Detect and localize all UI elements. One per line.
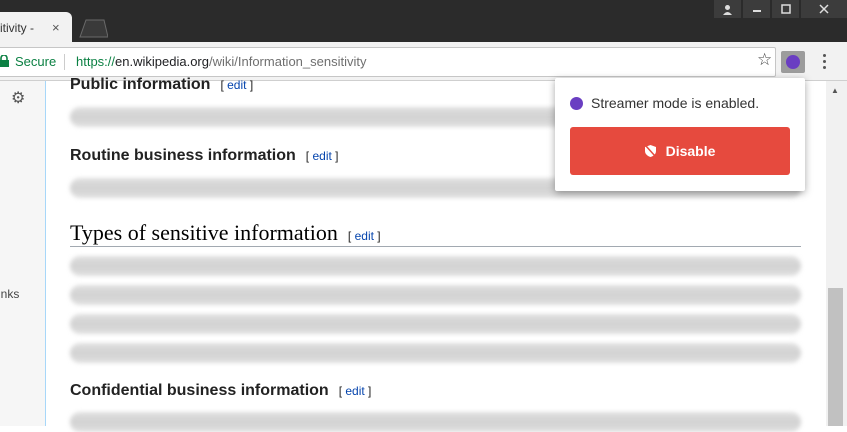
blurred-text-line bbox=[70, 285, 801, 305]
address-bar[interactable]: Secure https://en.wikipedia.org/wiki/Inf… bbox=[0, 47, 776, 77]
scroll-up-arrow-icon[interactable]: ▲ bbox=[831, 86, 839, 95]
streamer-extension-button[interactable] bbox=[781, 51, 805, 73]
minimize-button[interactable] bbox=[743, 0, 770, 18]
streamer-mode-popup: Streamer mode is enabled. Disable bbox=[555, 78, 805, 191]
shield-off-icon bbox=[644, 145, 656, 157]
section-title: Confidential business information bbox=[70, 382, 329, 399]
section-title: Types of sensitive information bbox=[70, 220, 338, 245]
edit-link[interactable]: edit bbox=[227, 78, 246, 92]
edit-section: [ edit ] bbox=[347, 229, 381, 243]
secure-label: Secure bbox=[15, 54, 57, 69]
blurred-text-line bbox=[70, 343, 801, 363]
wiki-sidebar: ⚙ inks bbox=[0, 81, 46, 426]
status-text: Streamer mode is enabled. bbox=[591, 95, 760, 111]
url-host: en.wikipedia.org bbox=[115, 54, 209, 69]
section-heading-public: Public information [ edit ] bbox=[70, 76, 253, 94]
profile-icon[interactable] bbox=[714, 0, 741, 18]
edit-section: [ edit ] bbox=[220, 78, 254, 92]
heading-divider bbox=[70, 246, 801, 247]
edit-section: [ edit ] bbox=[305, 149, 339, 163]
omnibox-divider bbox=[64, 54, 65, 70]
status-dot bbox=[570, 97, 583, 110]
maximize-button[interactable] bbox=[772, 0, 799, 18]
tab-close-icon[interactable]: × bbox=[52, 20, 60, 35]
section-title: Public information bbox=[70, 76, 211, 93]
disable-button[interactable]: Disable bbox=[570, 127, 790, 175]
blurred-text-line bbox=[70, 256, 801, 276]
tab-title: itivity - W bbox=[0, 21, 34, 35]
lock-icon bbox=[0, 55, 9, 67]
extension-status-dot bbox=[786, 55, 800, 69]
browser-tab[interactable]: itivity - W × bbox=[0, 12, 72, 42]
disable-label: Disable bbox=[665, 143, 716, 159]
bookmark-star-icon[interactable]: ☆ bbox=[757, 51, 772, 69]
section-heading-types: Types of sensitive information [ edit ] bbox=[70, 220, 381, 246]
browser-menu-icon[interactable] bbox=[821, 54, 827, 70]
edit-link[interactable]: edit bbox=[345, 384, 364, 398]
new-tab-button[interactable] bbox=[78, 18, 108, 38]
edit-link[interactable]: edit bbox=[355, 229, 374, 243]
section-title: Routine business information bbox=[70, 147, 296, 164]
window-titlebar: itivity - W × bbox=[0, 0, 847, 42]
url-text[interactable]: https://en.wikipedia.org/wiki/Informatio… bbox=[76, 54, 366, 69]
gear-icon[interactable]: ⚙ bbox=[11, 88, 25, 108]
url-path: /wiki/Information_sensitivity bbox=[208, 54, 367, 69]
section-heading-confidential: Confidential business information [ edit … bbox=[70, 382, 371, 400]
section-heading-routine: Routine business information [ edit ] bbox=[70, 147, 339, 165]
blurred-text-line bbox=[70, 412, 801, 432]
url-scheme: https:// bbox=[76, 54, 116, 69]
blurred-text-line bbox=[70, 314, 801, 334]
sidebar-links-label[interactable]: inks bbox=[0, 287, 19, 301]
edit-section: [ edit ] bbox=[338, 384, 372, 398]
close-window-button[interactable] bbox=[801, 0, 847, 18]
scrollbar-thumb[interactable] bbox=[828, 288, 843, 426]
edit-link[interactable]: edit bbox=[312, 149, 331, 163]
